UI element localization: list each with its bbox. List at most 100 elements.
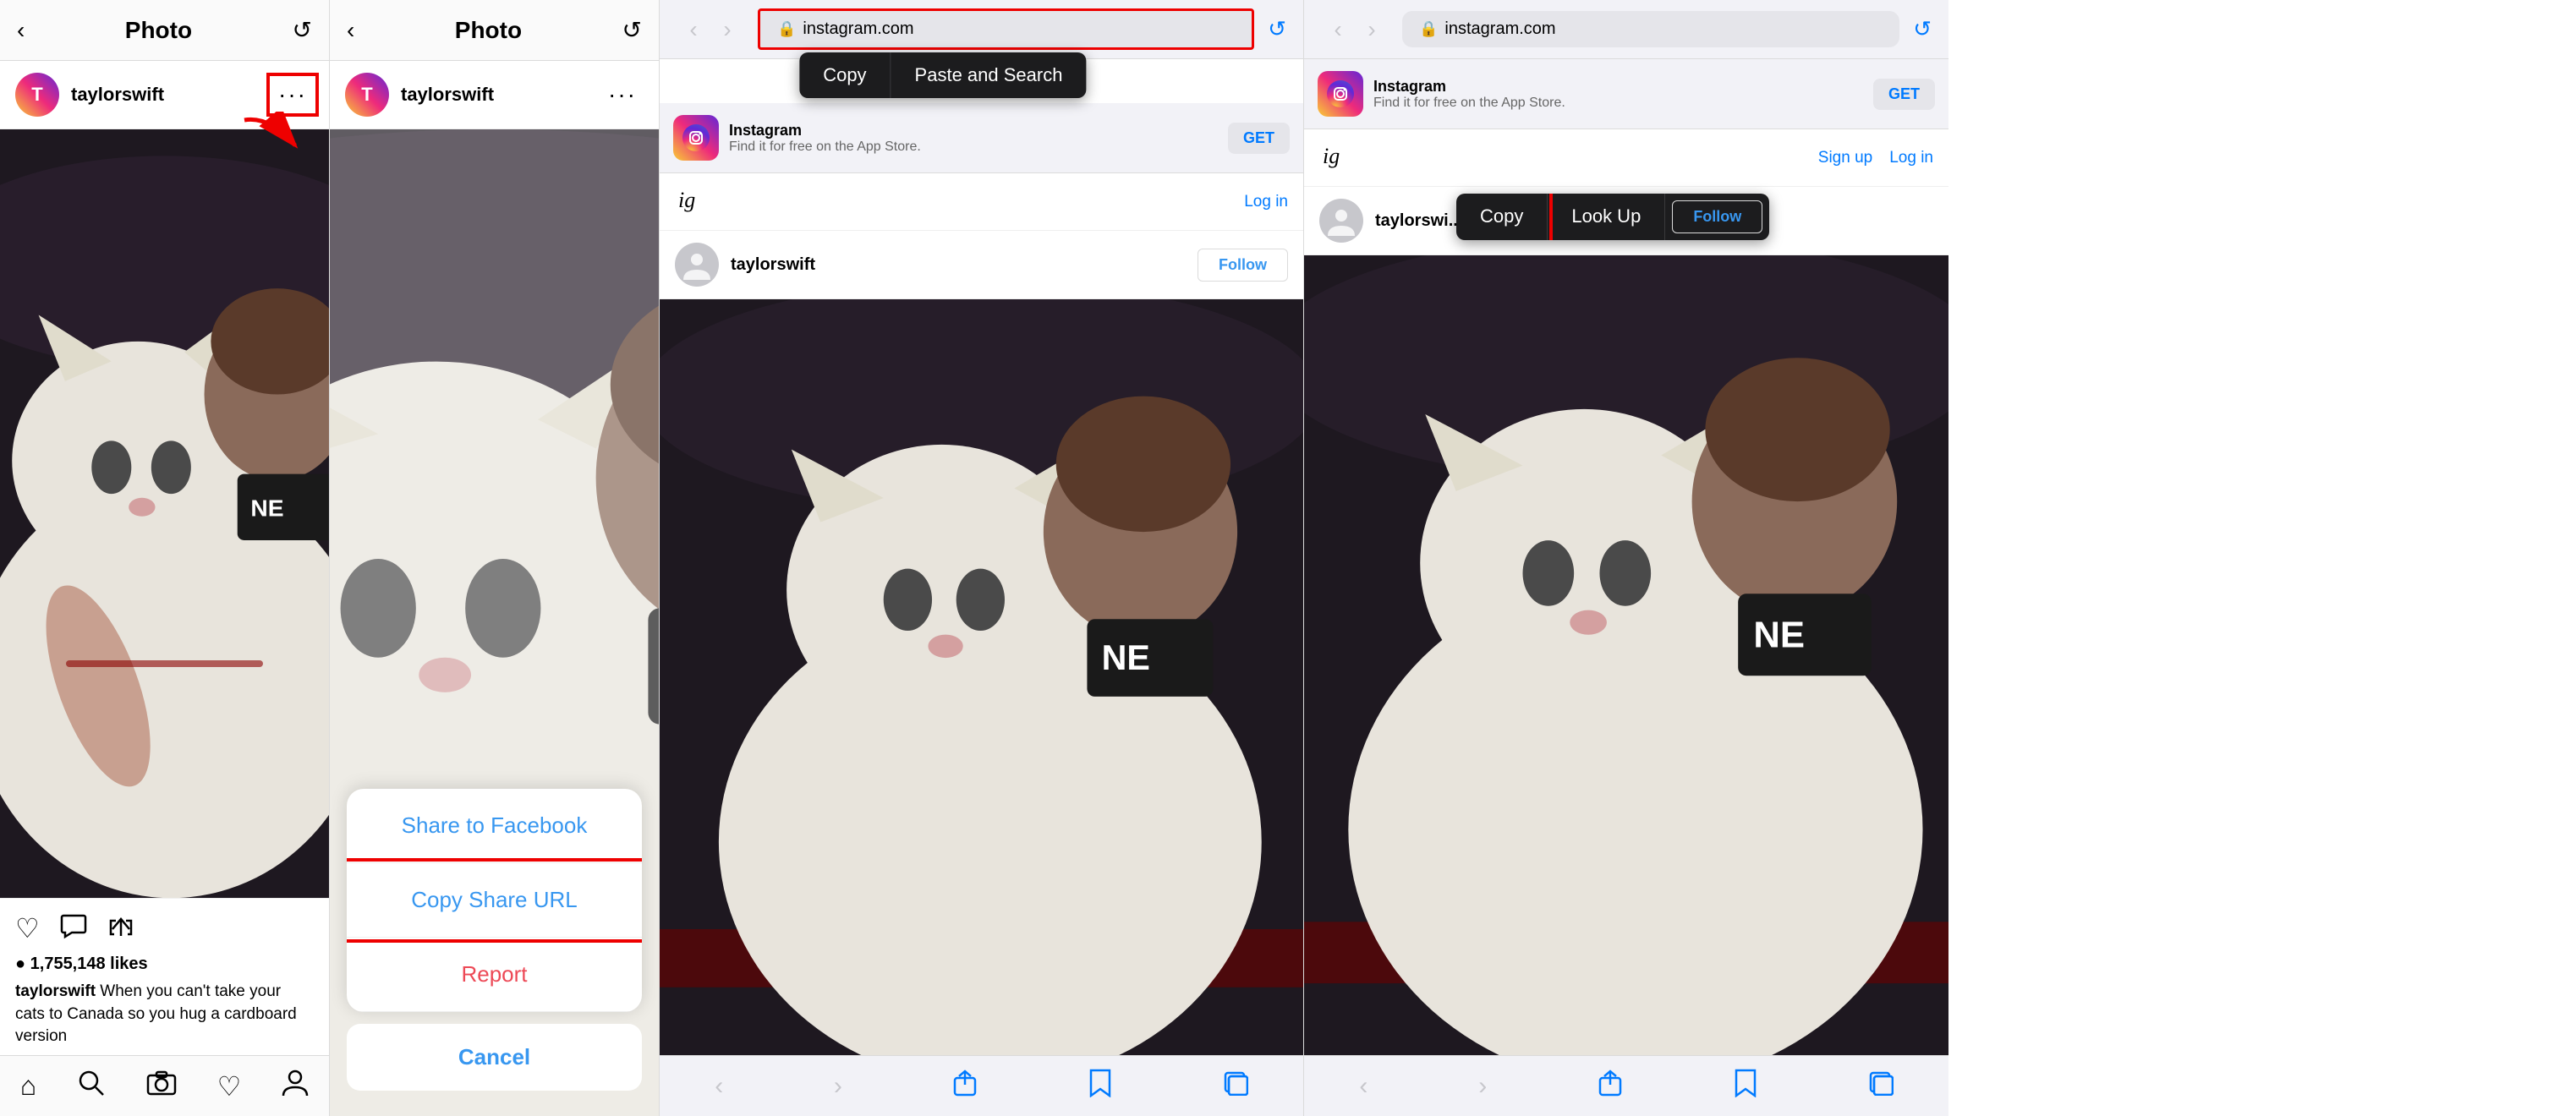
panel2-more-button[interactable]: ··· (601, 78, 644, 112)
panel4-app-banner-text: Instagram Find it for free on the App St… (1373, 78, 1863, 111)
panel3-app-icon (673, 115, 719, 161)
svg-text:NE: NE (1753, 614, 1805, 655)
panel1-avatar: T (15, 73, 59, 117)
panel4-forward-btn[interactable]: › (1355, 16, 1389, 43)
panel3-get-btn[interactable]: GET (1228, 123, 1290, 154)
panel1-profile-icon[interactable] (282, 1069, 309, 1104)
panel3-bottom-bar: ‹ › (660, 1055, 1303, 1116)
panel3-browser-avatar (675, 243, 719, 287)
panel1-refresh-btn[interactable]: ↺ (293, 16, 312, 44)
panel-2-instagram-share-menu: ‹ Photo ↺ T taylorswift ··· (330, 0, 660, 1116)
panel4-url-text: instagram.com (1444, 19, 1555, 39)
panel3-url-field[interactable]: 🔒 instagram.com (758, 8, 1254, 50)
panel1-caption: taylorswift When you can't take your cat… (15, 981, 314, 1048)
panel3-bottom-forward[interactable]: › (834, 1072, 842, 1101)
panel3-copy-paste-tooltip: Copy Paste and Search (799, 52, 1086, 98)
panel4-context-menu: Copy Look Up Follow (1456, 194, 1769, 240)
panel-1-instagram-normal: ‹ Photo ↺ T taylorswift ··· (0, 0, 330, 1116)
panel4-user-row: taylorswi... Copy Look Up Follow (1304, 187, 1948, 255)
panel4-bottom-forward[interactable]: › (1478, 1072, 1487, 1101)
panel1-more-button[interactable]: ··· (271, 78, 314, 112)
panel2-avatar: T (345, 73, 389, 117)
panel1-title: Photo (125, 17, 192, 44)
panel3-app-sub: Find it for free on the App Store. (729, 140, 1218, 155)
panel1-share-icon[interactable] (107, 912, 134, 946)
panel4-url-field[interactable]: 🔒 instagram.com (1402, 11, 1899, 47)
panel4-browser-avatar (1319, 199, 1363, 243)
panel4-app-sub: Find it for free on the App Store. (1373, 96, 1863, 111)
panel3-app-banner: Instagram Find it for free on the App St… (660, 103, 1303, 173)
panel4-context-lookup-btn[interactable]: Look Up (1548, 194, 1665, 240)
svg-text:ig: ig (1323, 144, 1340, 168)
panel4-lock-icon: 🔒 (1419, 20, 1438, 38)
panel2-share-menu-card: Share to Facebook Copy Share URL Report (347, 789, 642, 1012)
panel4-app-icon (1318, 71, 1363, 117)
svg-text:ig: ig (678, 188, 695, 212)
panel2-report-btn[interactable]: Report (347, 938, 642, 1012)
panel3-login-link[interactable]: Log in (1244, 193, 1288, 211)
panel3-browser-header: ig Log in (660, 173, 1303, 231)
panel4-context-copy-btn[interactable]: Copy (1456, 194, 1548, 240)
panel4-bottom-bookmarks[interactable] (1734, 1069, 1757, 1104)
panel4-follow-btn[interactable]: Follow (1672, 200, 1762, 233)
panel3-url-text: instagram.com (803, 19, 913, 39)
svg-text:NE: NE (250, 495, 283, 522)
panel1-likes: ● 1,755,148 likes (15, 955, 314, 974)
panel3-paste-search-btn[interactable]: Paste and Search (891, 52, 1087, 98)
panel4-get-btn[interactable]: GET (1873, 79, 1935, 110)
panel4-app-name: Instagram (1373, 78, 1863, 96)
panel1-comment-icon[interactable] (60, 912, 87, 946)
panel4-ig-logo: ig (1319, 140, 1350, 176)
panel1-home-icon[interactable]: ⌂ (20, 1070, 36, 1102)
panel4-bottom-share[interactable] (1598, 1070, 1623, 1103)
panel4-signup-link[interactable]: Sign up (1818, 149, 1872, 167)
panel4-bottom-back[interactable]: ‹ (1359, 1072, 1367, 1101)
panel2-nav: ‹ Photo ↺ (330, 0, 659, 61)
panel4-bottom-tabs[interactable] (1868, 1070, 1894, 1102)
panel1-action-icons: ♡ (15, 912, 314, 946)
panel2-back-btn[interactable]: ‹ (347, 17, 354, 44)
panel1-bottom-nav: ⌂ ♡ (0, 1055, 329, 1116)
panel2-share-menu-overlay: Share to Facebook Copy Share URL Report … (330, 789, 659, 1116)
panel1-nav: ‹ Photo ↺ (0, 0, 329, 61)
panel2-share-facebook-btn[interactable]: Share to Facebook (347, 789, 642, 863)
panel1-caption-username: taylorswift (15, 982, 96, 1000)
svg-text:NE: NE (1102, 638, 1150, 677)
panel4-bottom-bar: ‹ › (1304, 1055, 1948, 1116)
panel1-username: taylorswift (71, 84, 260, 106)
panel2-refresh-btn[interactable]: ↺ (622, 16, 642, 44)
panel2-copy-share-url-btn[interactable]: Copy Share URL (347, 863, 642, 938)
panel3-header-links: Log in (1244, 193, 1288, 211)
panel1-back-btn[interactable]: ‹ (17, 17, 25, 44)
panel1-cat-svg: NE (0, 129, 329, 898)
panel4-url-bar: ‹ › 🔒 instagram.com ↺ (1304, 0, 1948, 59)
panel4-browser-header: ig Sign up Log in (1304, 129, 1948, 187)
panel3-app-banner-text: Instagram Find it for free on the App St… (729, 122, 1218, 155)
panel3-bottom-back[interactable]: ‹ (715, 1072, 723, 1101)
panel3-user-row: taylorswift Follow (660, 231, 1303, 299)
panel1-heart-icon[interactable]: ♡ (217, 1070, 242, 1102)
panel3-copy-btn[interactable]: Copy (799, 52, 891, 98)
panel3-bottom-bookmarks[interactable] (1088, 1069, 1112, 1104)
panel1-search-icon[interactable] (77, 1069, 106, 1104)
panel3-back-btn[interactable]: ‹ (677, 16, 710, 43)
panel1-camera-icon[interactable] (146, 1069, 177, 1104)
panel3-follow-btn[interactable]: Follow (1198, 249, 1288, 282)
panel4-app-banner: Instagram Find it for free on the App St… (1304, 59, 1948, 129)
panel3-photo-area: NE (660, 299, 1303, 1055)
panel3-lock-icon: 🔒 (777, 20, 796, 38)
panel3-bottom-tabs[interactable] (1223, 1070, 1248, 1102)
panel1-like-icon[interactable]: ♡ (15, 912, 40, 946)
panel4-refresh-btn[interactable]: ↺ (1913, 16, 1932, 42)
panel2-cancel-btn[interactable]: Cancel (347, 1024, 642, 1091)
panel3-refresh-btn[interactable]: ↺ (1268, 16, 1286, 42)
panel4-back-btn[interactable]: ‹ (1321, 16, 1355, 43)
panel3-bottom-share[interactable] (952, 1070, 978, 1103)
panel3-browser-username: taylorswift (731, 255, 1186, 275)
panel4-header-links: Sign up Log in (1818, 149, 1933, 167)
panel2-user-row: T taylorswift ··· (330, 61, 659, 129)
panel-3-safari-browser: ‹ › 🔒 instagram.com ↺ Copy Paste and Sea… (660, 0, 1304, 1116)
panel4-login-link[interactable]: Log in (1889, 149, 1933, 167)
panel1-cat-photo: NE (0, 129, 329, 898)
panel3-forward-btn[interactable]: › (710, 16, 744, 43)
